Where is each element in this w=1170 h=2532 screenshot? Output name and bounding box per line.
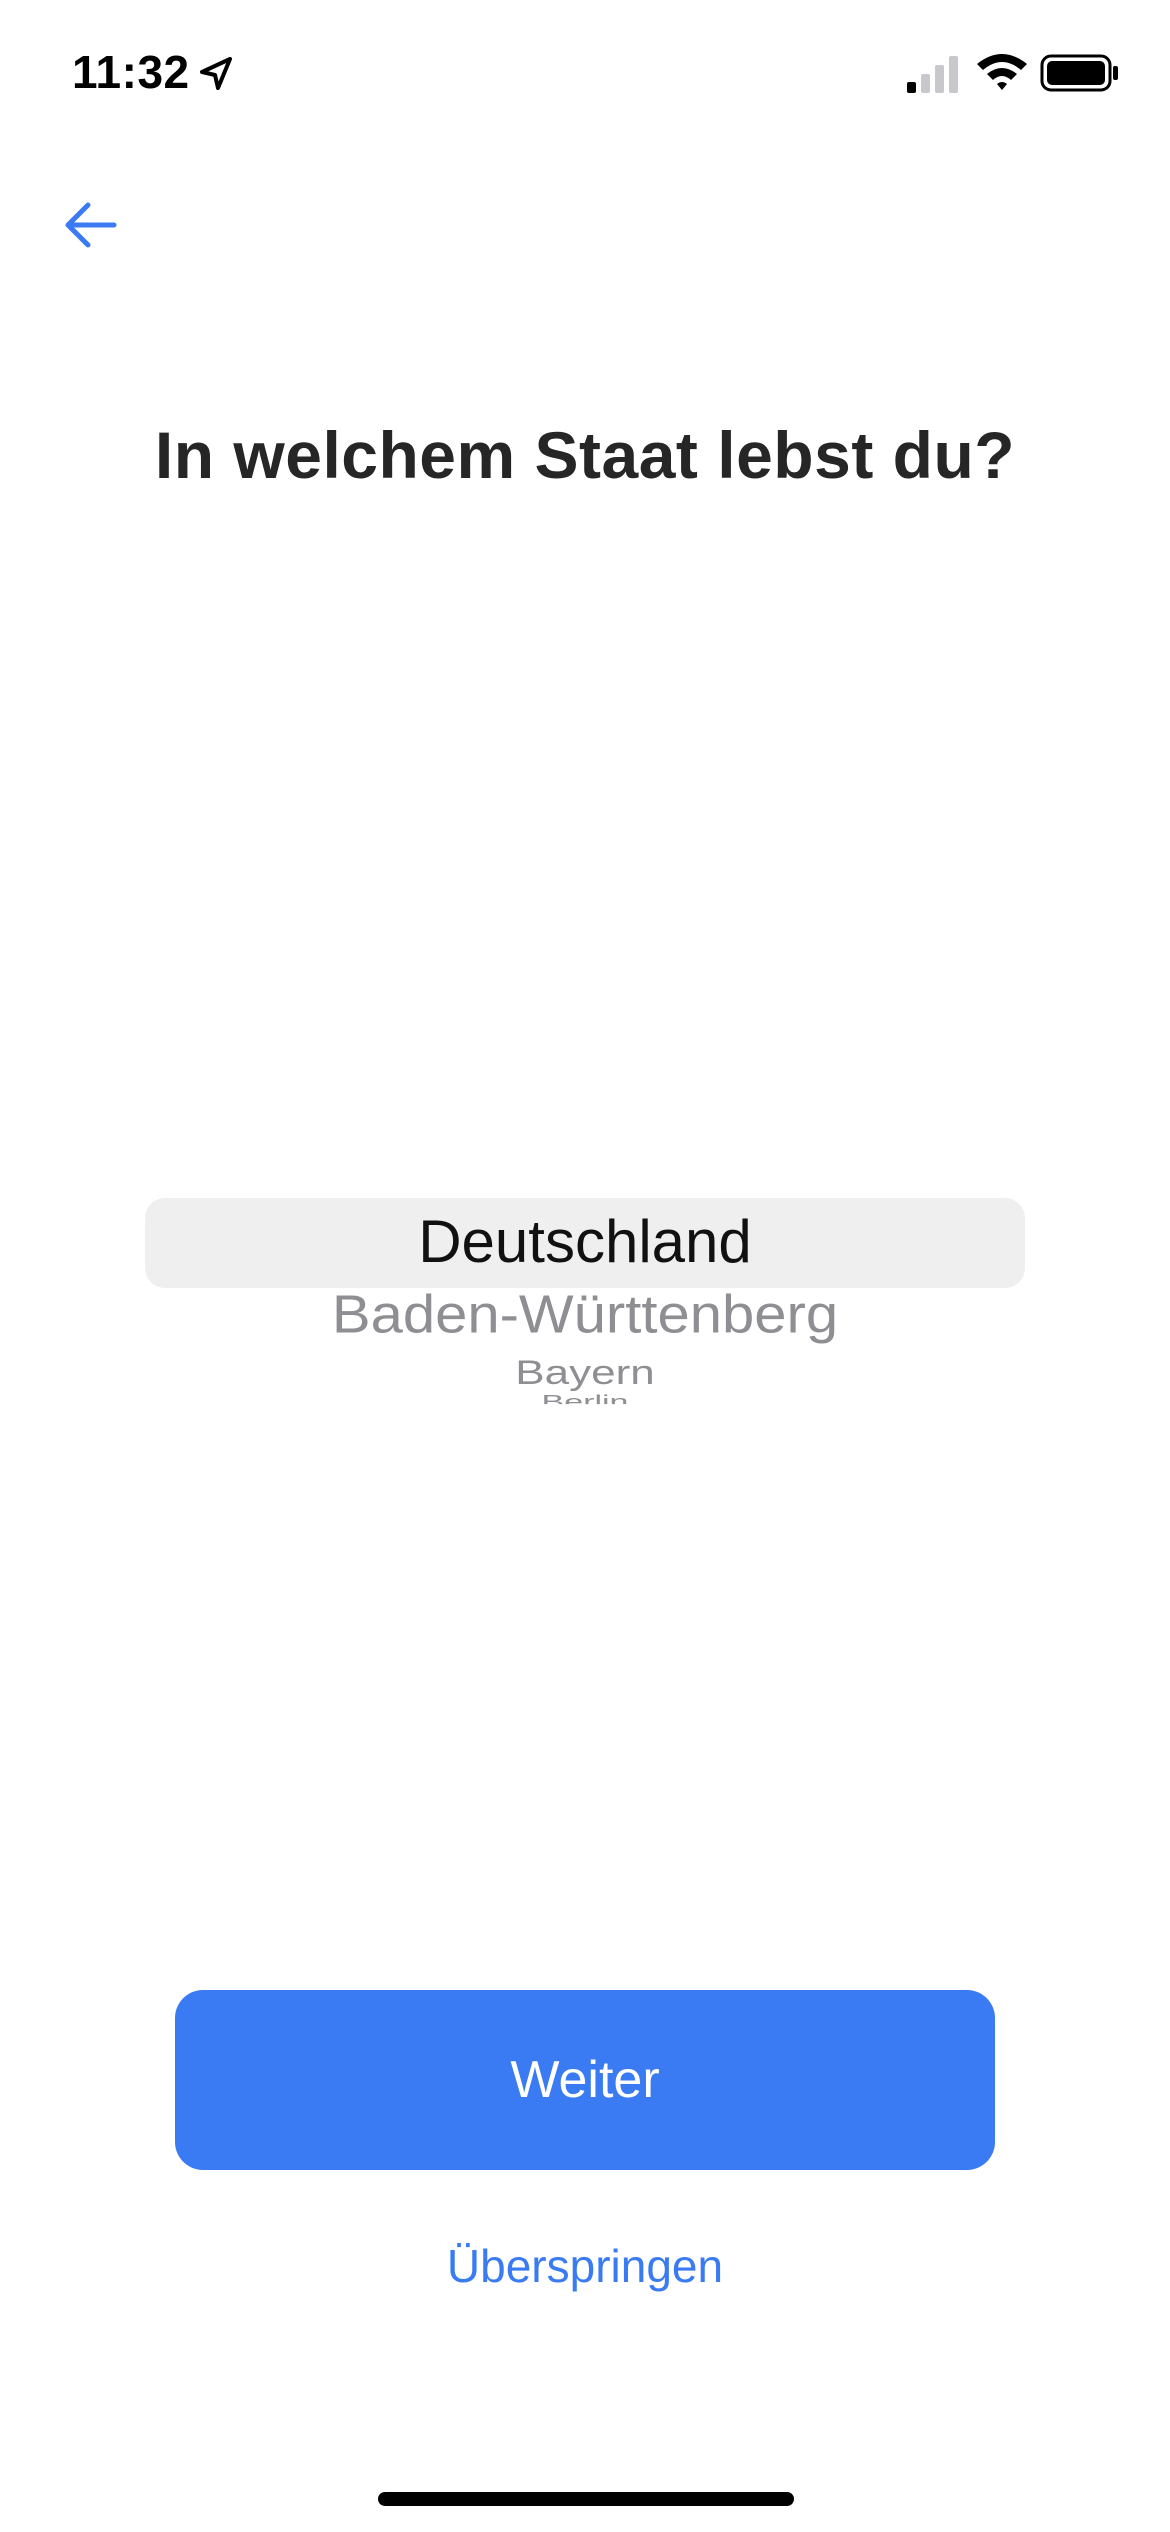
wifi-icon xyxy=(974,50,1030,94)
back-button[interactable] xyxy=(50,190,130,260)
location-arrow-icon xyxy=(196,54,236,94)
picker-item-selected[interactable]: Deutschland xyxy=(145,1202,1025,1282)
arrow-left-icon xyxy=(65,202,117,248)
picker-item[interactable]: Berlin xyxy=(145,1392,1025,1404)
page-title: In welchem Staat lebst du? xyxy=(154,418,1016,492)
cellular-signal-icon xyxy=(905,54,963,94)
continue-button[interactable]: Weiter xyxy=(175,1990,995,2170)
state-picker[interactable]: Deutschland Baden-Württenberg Bayern Ber… xyxy=(145,1180,1025,1440)
battery-icon xyxy=(1040,52,1120,94)
picker-item[interactable]: Baden-Württenberg xyxy=(145,1283,1025,1347)
picker-item[interactable]: Bayern xyxy=(145,1354,1025,1393)
status-bar: 11:32 xyxy=(0,0,1170,150)
home-indicator[interactable] xyxy=(378,2492,794,2506)
status-time: 11:32 xyxy=(72,46,190,98)
skip-link[interactable]: Überspringen xyxy=(0,2236,1170,2296)
